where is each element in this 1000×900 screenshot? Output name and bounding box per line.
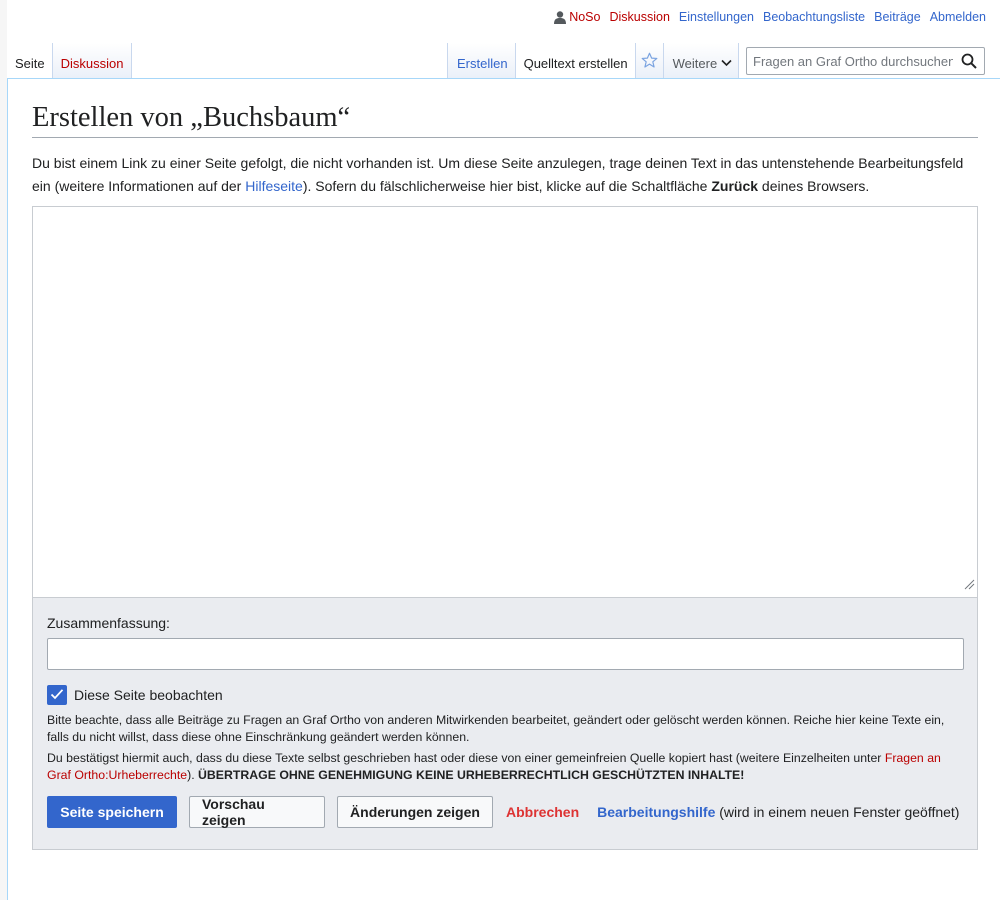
more-menu[interactable]: Weitere <box>663 43 740 78</box>
tab-page[interactable]: Seite <box>8 43 53 78</box>
star-icon <box>641 52 658 72</box>
summary-label: Zusammenfassung: <box>47 615 170 631</box>
tab-create-label: Erstellen <box>457 56 508 71</box>
copyright-warning: ÜBERTRAGE OHNE GENEHMIGUNG KEINE URHEBER… <box>198 767 745 782</box>
watch-label[interactable]: Diese Seite beobachten <box>74 687 223 703</box>
tab-create-source[interactable]: Quelltext erstellen <box>515 43 636 78</box>
tab-create-source-label: Quelltext erstellen <box>523 56 628 71</box>
copyright-notice: Du bestätigst hiermit auch, dass du dies… <box>47 750 967 783</box>
personal-tools: NoSo Diskussion Einstellungen Beobachtun… <box>554 10 986 24</box>
copyright-text: Du bestätigst hiermit auch, dass du dies… <box>47 751 885 765</box>
content-border <box>7 78 8 900</box>
tab-page-label: Seite <box>15 56 45 71</box>
watch-star-button[interactable] <box>635 43 664 78</box>
cancel-link[interactable]: Abbrechen <box>506 804 579 820</box>
user-page-link[interactable]: NoSo <box>569 10 600 24</box>
more-menu-label: Weitere <box>672 56 718 71</box>
search-icon[interactable] <box>961 53 977 69</box>
preview-button[interactable]: Vorschau zeigen <box>189 796 325 828</box>
user-icon <box>554 10 567 24</box>
left-panel <box>0 0 7 900</box>
watch-option: Diese Seite beobachten <box>47 685 223 705</box>
contributions-link[interactable]: Beiträge <box>874 10 921 24</box>
editing-help-note: (wird in einem neuen Fenster geöffnet) <box>715 804 960 820</box>
copyright-text: ). <box>187 767 199 782</box>
logout-link[interactable]: Abmelden <box>930 10 986 24</box>
intro-text-part: ). Sofern du fälschlicherweise hier bist… <box>302 177 712 194</box>
user-talk-link[interactable]: Diskussion <box>609 10 669 24</box>
show-changes-button[interactable]: Änderungen zeigen <box>337 796 493 828</box>
preferences-link[interactable]: Einstellungen <box>679 10 754 24</box>
watch-checkbox[interactable] <box>47 685 67 705</box>
editing-help: Bearbeitungshilfe (wird in einem neuen F… <box>597 804 959 820</box>
search-box <box>746 47 985 75</box>
resize-grip-icon[interactable] <box>963 577 975 595</box>
watchlist-link[interactable]: Beobachtungsliste <box>763 10 865 24</box>
tab-create[interactable]: Erstellen <box>447 43 516 78</box>
tab-talk-label: Diskussion <box>60 56 124 71</box>
chevron-down-icon <box>717 56 732 71</box>
page-title: Erstellen von „Buchsbaum“ <box>32 100 978 138</box>
license-notice: Bitte beachte, dass alle Beiträge zu Fra… <box>47 713 945 744</box>
back-button-name: Zurück <box>711 177 759 194</box>
namespace-tabs: Seite Diskussion <box>8 43 132 79</box>
summary-input[interactable] <box>47 638 964 670</box>
edit-buttons: Seite speichern Vorschau zeigen Änderung… <box>47 796 959 828</box>
wikitext-editor[interactable] <box>32 206 978 598</box>
help-page-link[interactable]: Hilfeseite <box>245 178 303 194</box>
edit-options: Zusammenfassung: Diese Seite beobachten … <box>32 597 978 850</box>
save-button[interactable]: Seite speichern <box>47 796 177 828</box>
search-input[interactable] <box>747 53 953 69</box>
tabs-baseline <box>7 78 1000 79</box>
content: Erstellen von „Buchsbaum“ Du bist einem … <box>32 100 978 197</box>
editing-help-link[interactable]: Bearbeitungshilfe <box>597 804 715 820</box>
view-tabs: Erstellen Quelltext erstellen Weitere <box>447 43 740 79</box>
intro-text-part: deines Browsers. <box>758 177 870 194</box>
checkmark-icon <box>50 687 64 703</box>
tab-talk[interactable]: Diskussion <box>52 43 132 78</box>
intro-text: Du bist einem Link zu einer Seite gefolg… <box>32 152 978 197</box>
